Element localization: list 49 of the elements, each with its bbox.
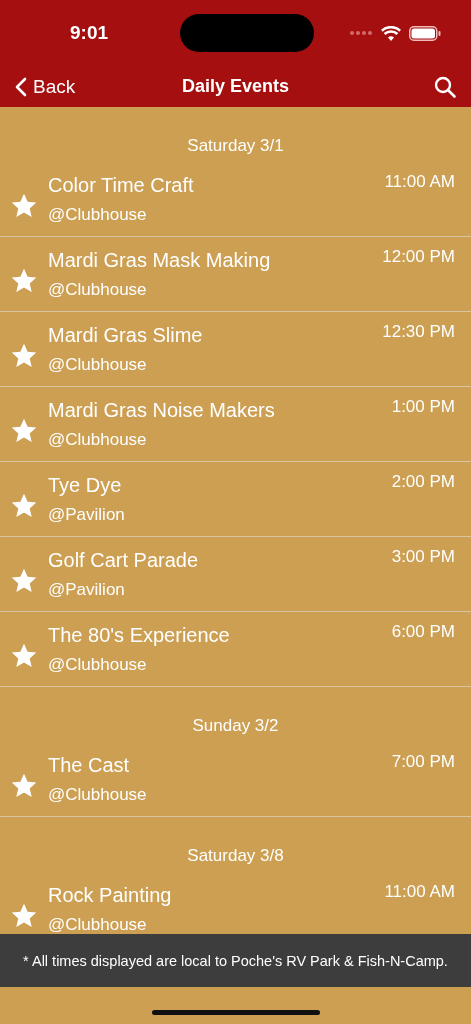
- event-time: 12:30 PM: [382, 322, 455, 342]
- event-location: @Clubhouse: [48, 784, 148, 805]
- event-location: @Clubhouse: [48, 354, 148, 375]
- date-header: Saturday 3/8: [187, 846, 284, 866]
- event-title: Color Time Craft: [48, 173, 195, 197]
- search-icon: [433, 74, 457, 99]
- event-time: 3:00 PM: [391, 547, 455, 567]
- event-time: 11:00 AM: [384, 172, 455, 192]
- event-title: The Cast: [48, 753, 131, 777]
- footer-note: * All times displayed are local to Poche's RV Park & Fish-N-Camp.: [23, 952, 448, 969]
- back-button[interactable]: Back: [14, 75, 76, 98]
- signal-icon: [349, 30, 373, 36]
- event-location: @Clubhouse: [48, 279, 148, 300]
- wifi-icon: [381, 25, 401, 41]
- event-location: @Clubhouse: [48, 914, 148, 935]
- event-title: Tye Dye: [48, 473, 123, 497]
- event-time: 2:00 PM: [391, 472, 455, 492]
- event-location: @Clubhouse: [48, 429, 148, 450]
- star-icon[interactable]: [10, 417, 38, 445]
- star-icon[interactable]: [10, 342, 38, 370]
- event-title: Rock Painting: [48, 883, 173, 907]
- date-header: Saturday 3/1: [187, 136, 284, 156]
- star-icon[interactable]: [10, 642, 38, 670]
- event-time: 6:00 PM: [391, 622, 455, 642]
- event-location: @Clubhouse: [48, 654, 148, 675]
- event-location: @Pavilion: [48, 504, 126, 525]
- star-icon[interactable]: [10, 192, 38, 220]
- event-location: @Pavilion: [48, 579, 126, 600]
- page-title: Daily Events: [181, 76, 290, 97]
- event-title: Mardi Gras Noise Makers: [48, 398, 276, 422]
- star-icon[interactable]: [10, 567, 38, 595]
- event-title: Mardi Gras Mask Making: [48, 248, 272, 272]
- event-time: 1:00 PM: [391, 397, 455, 417]
- event-time: 7:00 PM: [391, 752, 455, 772]
- event-time: 12:00 PM: [382, 247, 455, 267]
- battery-icon: [409, 25, 441, 41]
- event-title: Mardi Gras Slime: [48, 323, 204, 347]
- event-location: @Clubhouse: [48, 204, 148, 225]
- back-chevron-icon: [14, 76, 27, 97]
- status-time: 9:01: [70, 22, 109, 44]
- event-title: Golf Cart Parade: [48, 548, 200, 572]
- star-icon[interactable]: [10, 772, 38, 800]
- star-icon[interactable]: [10, 267, 38, 295]
- date-header: Sunday 3/2: [192, 716, 279, 736]
- star-icon[interactable]: [10, 902, 38, 930]
- event-title: The 80's Experience: [48, 623, 231, 647]
- event-time: 11:00 AM: [384, 882, 455, 902]
- star-icon[interactable]: [10, 492, 38, 520]
- search-button[interactable]: [433, 74, 457, 99]
